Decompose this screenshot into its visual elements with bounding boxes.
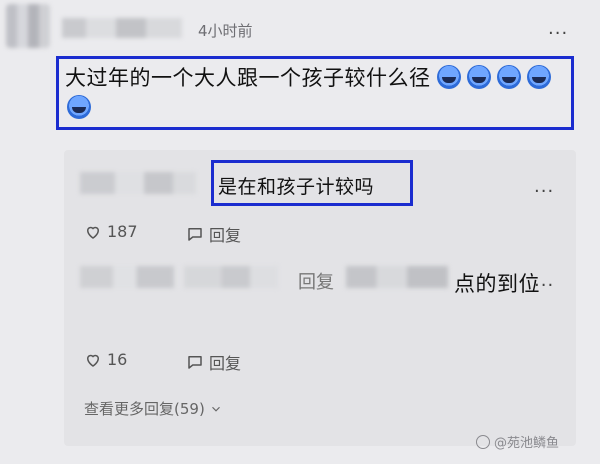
- avatar-blurred[interactable]: [6, 4, 50, 48]
- reply1-text: 是在和孩子计较吗: [218, 176, 375, 198]
- main-comment-text: 大过年的一个大人跟一个孩子较什么径: [65, 66, 431, 90]
- main-comment-text-container: 大过年的一个大人跟一个孩子较什么径: [65, 63, 565, 123]
- comment-bubble-icon: [188, 228, 202, 241]
- reply2-text: 点的到位: [454, 272, 540, 296]
- chevron-down-icon: [211, 406, 220, 412]
- main-comment-highlight: 大过年的一个大人跟一个孩子较什么径: [56, 56, 574, 130]
- watermark-text: @苑池鳞鱼: [494, 436, 560, 451]
- reply2-more-button[interactable]: ...: [534, 270, 554, 291]
- reply2-like-count: 16: [107, 350, 128, 369]
- reply2-reply-button[interactable]: 回复: [186, 350, 241, 374]
- reply2-like-button[interactable]: 16: [84, 350, 127, 369]
- reply1-reply-label: 回复: [209, 226, 242, 245]
- comment-bubble-icon: [188, 356, 202, 369]
- watermark: @苑池鳞鱼: [476, 432, 559, 451]
- heart-icon: [86, 226, 100, 239]
- reply1-like-button[interactable]: 187: [84, 222, 138, 241]
- reply2-reply-label: 回复: [209, 354, 242, 373]
- laughing-emoji-icon: [466, 65, 491, 89]
- reply1-reply-button[interactable]: 回复: [186, 222, 241, 246]
- view-more-replies-label: 查看更多回复(59): [84, 400, 205, 418]
- comment-time: 4小时前: [198, 22, 253, 40]
- watermark-logo-icon: [476, 434, 490, 449]
- comment-more-button[interactable]: ...: [548, 18, 568, 39]
- laughing-emoji-icon: [436, 65, 461, 89]
- laughing-emoji-icon: [67, 95, 91, 119]
- reply1-more-button[interactable]: ...: [534, 176, 554, 197]
- reply1-like-count: 187: [107, 222, 138, 241]
- username-blurred[interactable]: [62, 18, 182, 38]
- reply1-username-blurred[interactable]: [80, 172, 196, 194]
- comment-page: 4小时前 ... 大过年的一个大人跟一个孩子较什么径 是在和孩子计较吗 ... …: [0, 0, 600, 464]
- view-more-replies-button[interactable]: 查看更多回复(59): [84, 398, 223, 419]
- laughing-emoji-icon: [526, 65, 551, 89]
- laughing-emoji-icon: [496, 65, 521, 89]
- heart-icon: [86, 354, 100, 367]
